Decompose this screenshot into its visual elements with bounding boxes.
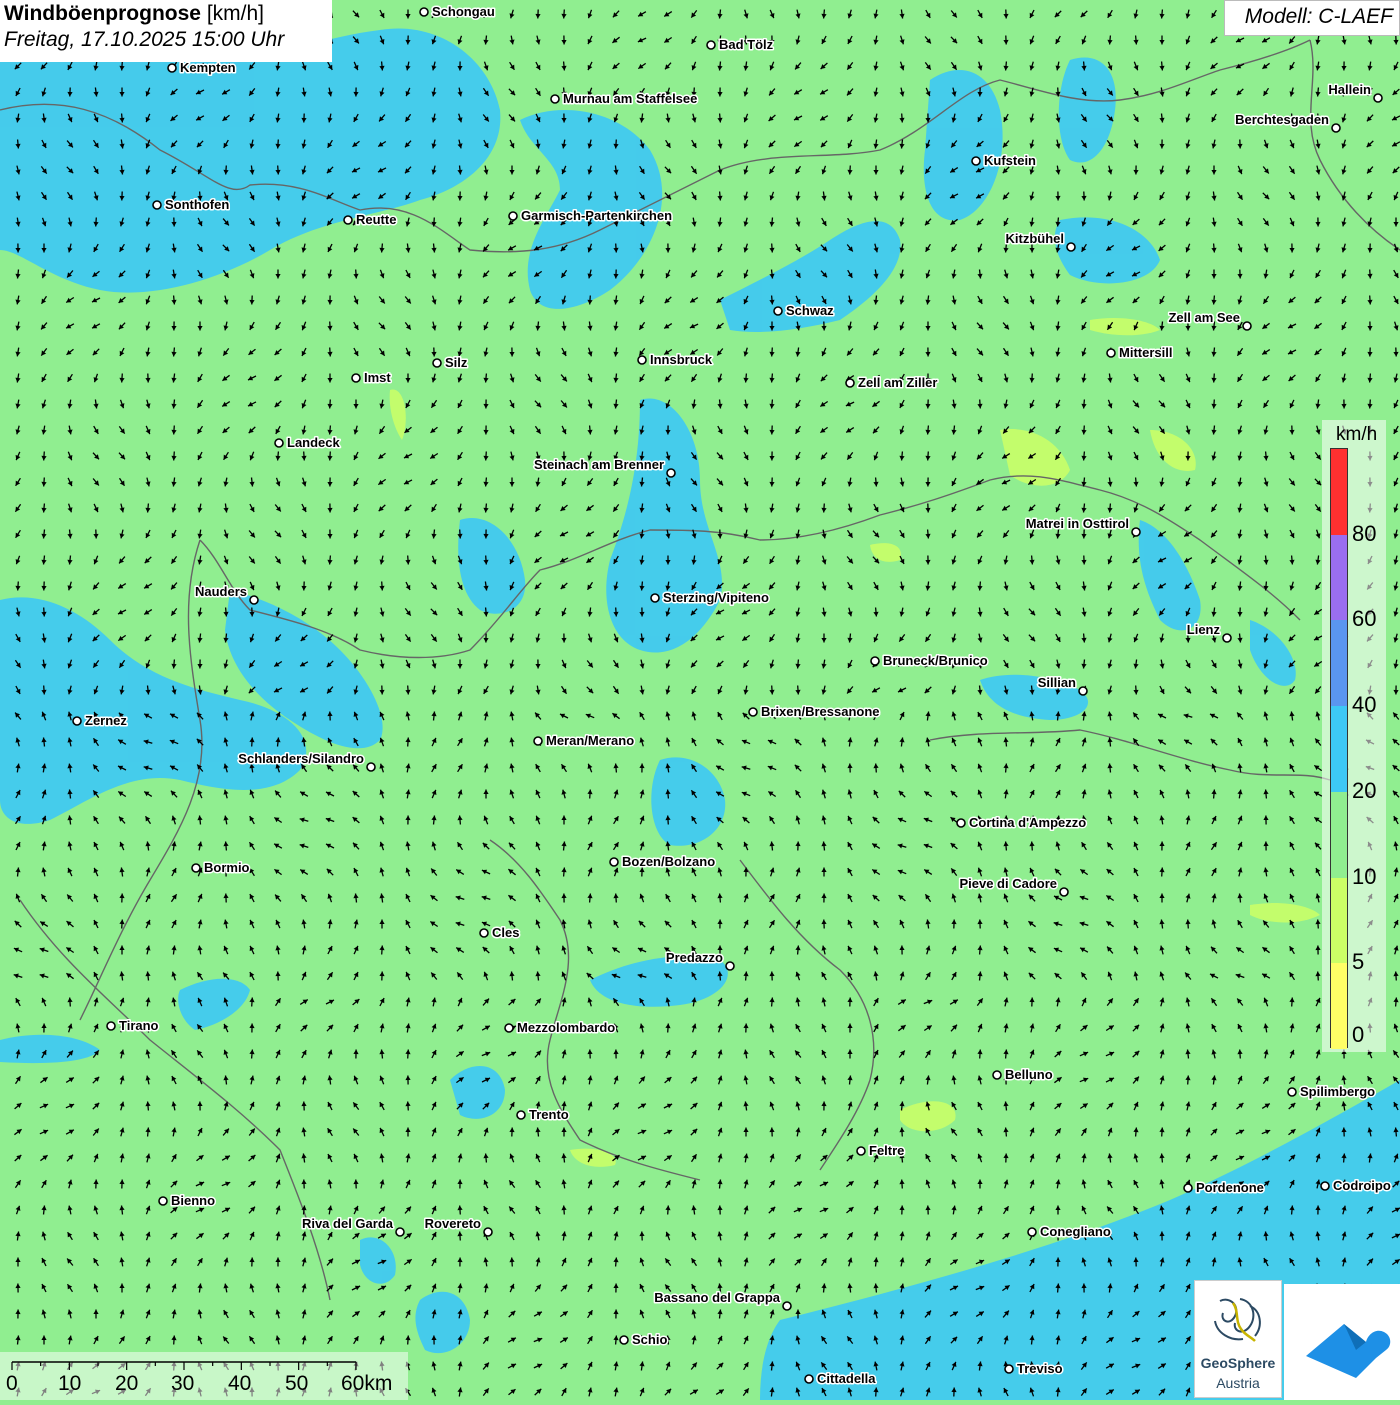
wind-gust-map: SchongauBad TölzKemptenHalleinMurnau am … [0, 0, 1400, 1400]
